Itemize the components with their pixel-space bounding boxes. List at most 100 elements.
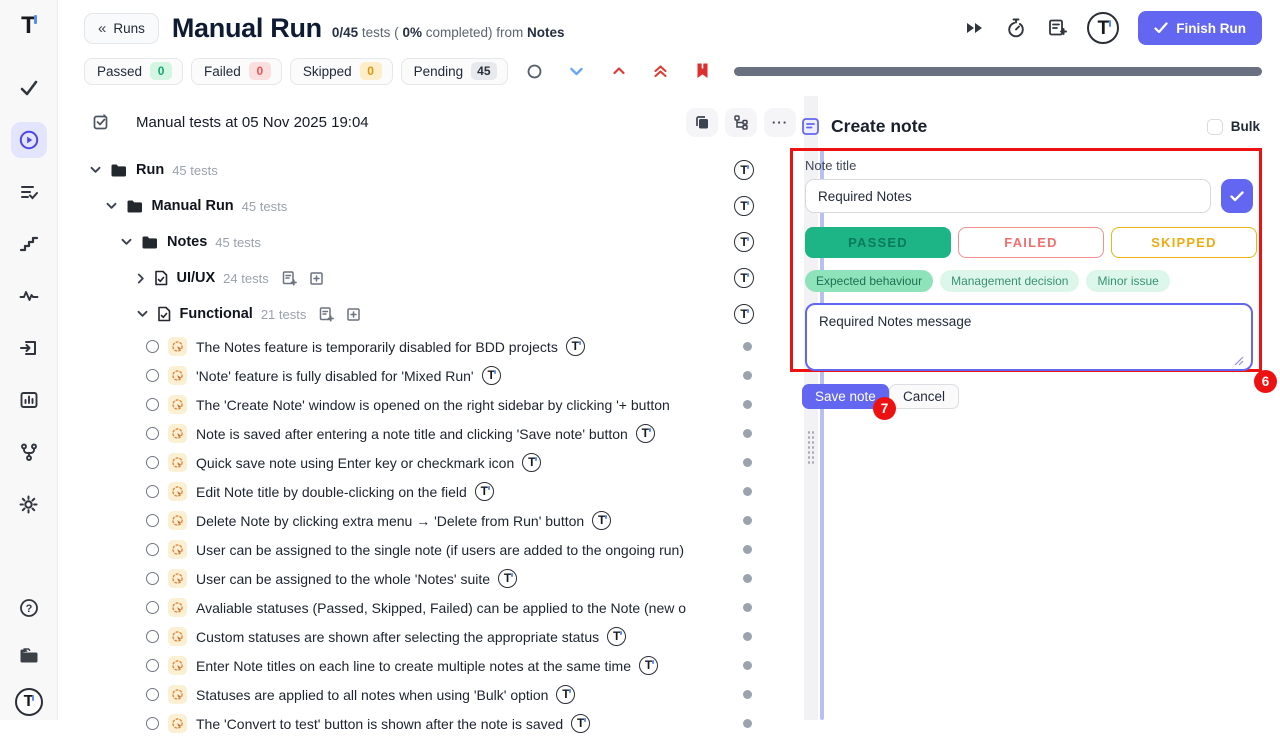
test-status-radio[interactable] <box>146 485 159 498</box>
test-logo-icon[interactable]: T <box>482 366 502 386</box>
test-title[interactable]: Custom statuses are shown after selectin… <box>196 629 599 645</box>
test-title[interactable]: User can be assigned to the whole 'Notes… <box>196 571 490 587</box>
help-icon[interactable]: ? <box>11 590 47 626</box>
quick-save-check-button[interactable] <box>1221 179 1253 213</box>
steps-icon[interactable] <box>11 226 47 262</box>
test-state-dot[interactable] <box>743 574 752 583</box>
chevron-down-icon[interactable] <box>90 166 101 174</box>
test-status-radio[interactable] <box>146 369 159 382</box>
test-row[interactable]: User can be assigned to the whole 'Notes… <box>84 564 798 593</box>
import-icon[interactable] <box>11 330 47 366</box>
collapse-up-icon[interactable] <box>608 67 630 75</box>
test-status-radio[interactable] <box>146 543 159 556</box>
settings-gear-icon[interactable] <box>11 486 47 522</box>
status-circle-icon[interactable] <box>524 64 546 79</box>
fast-forward-icon[interactable] <box>964 20 986 36</box>
test-row[interactable]: 'Note' feature is fully disabled for 'Mi… <box>84 361 798 390</box>
filter-chip-pending[interactable]: Pending 45 <box>401 58 508 85</box>
plans-list-icon[interactable] <box>11 174 47 210</box>
test-state-dot[interactable] <box>743 632 752 641</box>
test-logo-icon[interactable]: T <box>607 627 627 647</box>
test-status-radio[interactable] <box>146 630 159 643</box>
test-logo-icon[interactable]: T <box>636 424 656 444</box>
test-state-dot[interactable] <box>743 342 752 351</box>
reports-chart-icon[interactable] <box>11 382 47 418</box>
suite-logo-icon[interactable]: T <box>734 232 754 252</box>
bulk-toggle[interactable]: Bulk <box>1207 119 1260 135</box>
test-state-dot[interactable] <box>743 545 752 554</box>
folder-row-run[interactable]: Run45 testsT <box>84 152 798 188</box>
back-to-runs-button[interactable]: « Runs <box>84 13 159 44</box>
add-note-to-suite-icon[interactable] <box>318 306 334 322</box>
add-test-icon[interactable] <box>309 271 324 286</box>
tag-management-decision[interactable]: Management decision <box>940 270 1079 292</box>
test-state-dot[interactable] <box>743 516 752 525</box>
test-row[interactable]: Enter Note titles on each line to create… <box>84 651 798 680</box>
test-state-dot[interactable] <box>743 603 752 612</box>
select-all-icon[interactable] <box>92 113 110 131</box>
test-logo-icon[interactable]: T <box>498 569 518 589</box>
test-state-dot[interactable] <box>743 371 752 380</box>
test-logo-icon[interactable]: T <box>592 511 612 531</box>
bookmark-icon[interactable] <box>692 62 714 80</box>
test-logo-icon[interactable]: T <box>571 714 591 734</box>
test-title[interactable]: User can be assigned to the single note … <box>196 542 684 558</box>
test-row[interactable]: User can be assigned to the single note … <box>84 535 798 564</box>
test-title[interactable]: Quick save note using Enter key or check… <box>196 455 514 471</box>
test-row[interactable]: The 'Convert to test' button is shown af… <box>84 709 798 738</box>
test-row[interactable]: Avaliable statuses (Passed, Skipped, Fai… <box>84 593 798 622</box>
test-status-radio[interactable] <box>146 601 159 614</box>
chevron-right-icon[interactable] <box>137 273 145 284</box>
add-note-to-suite-icon[interactable] <box>281 270 297 286</box>
test-title[interactable]: Avaliable statuses (Passed, Skipped, Fai… <box>196 600 686 616</box>
tests-check-icon[interactable] <box>11 70 47 106</box>
note-title-input[interactable] <box>805 179 1211 213</box>
test-status-radio[interactable] <box>146 427 159 440</box>
cancel-button[interactable]: Cancel <box>889 384 959 409</box>
tree-view-button[interactable] <box>725 108 757 137</box>
add-test-icon[interactable] <box>346 307 361 322</box>
test-status-radio[interactable] <box>146 456 159 469</box>
test-state-dot[interactable] <box>743 661 752 670</box>
suite-row-ui-ux[interactable]: UI/UX24 testsT <box>84 260 798 296</box>
chevron-down-icon[interactable] <box>121 238 132 246</box>
test-title[interactable]: Enter Note titles on each line to create… <box>196 658 631 674</box>
test-row[interactable]: The 'Create Note' window is opened on th… <box>84 390 798 419</box>
status-failed-button[interactable]: FAILED <box>958 227 1104 258</box>
filter-chip-skipped[interactable]: Skipped 0 <box>290 58 393 85</box>
test-logo-icon[interactable]: T <box>556 685 576 705</box>
test-state-dot[interactable] <box>743 429 752 438</box>
test-row[interactable]: The Notes feature is temporarily disable… <box>84 332 798 361</box>
suite-logo-icon[interactable]: T <box>734 196 754 216</box>
suite-logo-icon[interactable]: T <box>734 268 754 288</box>
test-title[interactable]: The 'Convert to test' button is shown af… <box>196 716 563 732</box>
bulk-checkbox[interactable] <box>1207 119 1223 135</box>
add-note-icon[interactable] <box>1046 17 1068 39</box>
folder-row-manual-run[interactable]: Manual Run45 testsT <box>84 188 798 224</box>
tag-expected-behaviour[interactable]: Expected behaviour <box>805 270 933 292</box>
test-state-dot[interactable] <box>743 719 752 728</box>
test-logo-icon[interactable]: T <box>639 656 659 676</box>
test-state-dot[interactable] <box>743 400 752 409</box>
test-title[interactable]: The 'Create Note' window is opened on th… <box>196 397 670 413</box>
app-logo[interactable]: T <box>11 8 47 44</box>
test-status-radio[interactable] <box>146 572 159 585</box>
chevron-down-icon[interactable] <box>137 310 148 318</box>
tag-minor-issue[interactable]: Minor issue <box>1086 270 1169 292</box>
test-row[interactable]: Statuses are applied to all notes when u… <box>84 680 798 709</box>
test-status-radio[interactable] <box>146 717 159 730</box>
pulse-icon[interactable] <box>11 278 47 314</box>
test-state-dot[interactable] <box>743 690 752 699</box>
branches-icon[interactable] <box>11 434 47 470</box>
test-status-radio[interactable] <box>146 340 159 353</box>
status-passed-button[interactable]: PASSED <box>805 227 951 258</box>
test-title[interactable]: Edit Note title by double-clicking on th… <box>196 484 467 500</box>
test-logo-icon[interactable]: T <box>566 337 586 357</box>
runs-play-icon[interactable] <box>11 122 47 158</box>
test-row[interactable]: Quick save note using Enter key or check… <box>84 448 798 477</box>
finish-run-button[interactable]: Finish Run <box>1138 11 1262 45</box>
workspace-logo[interactable]: T <box>11 684 47 720</box>
expand-down-icon[interactable] <box>566 67 588 76</box>
test-title[interactable]: Statuses are applied to all notes when u… <box>196 687 548 703</box>
test-status-radio[interactable] <box>146 659 159 672</box>
